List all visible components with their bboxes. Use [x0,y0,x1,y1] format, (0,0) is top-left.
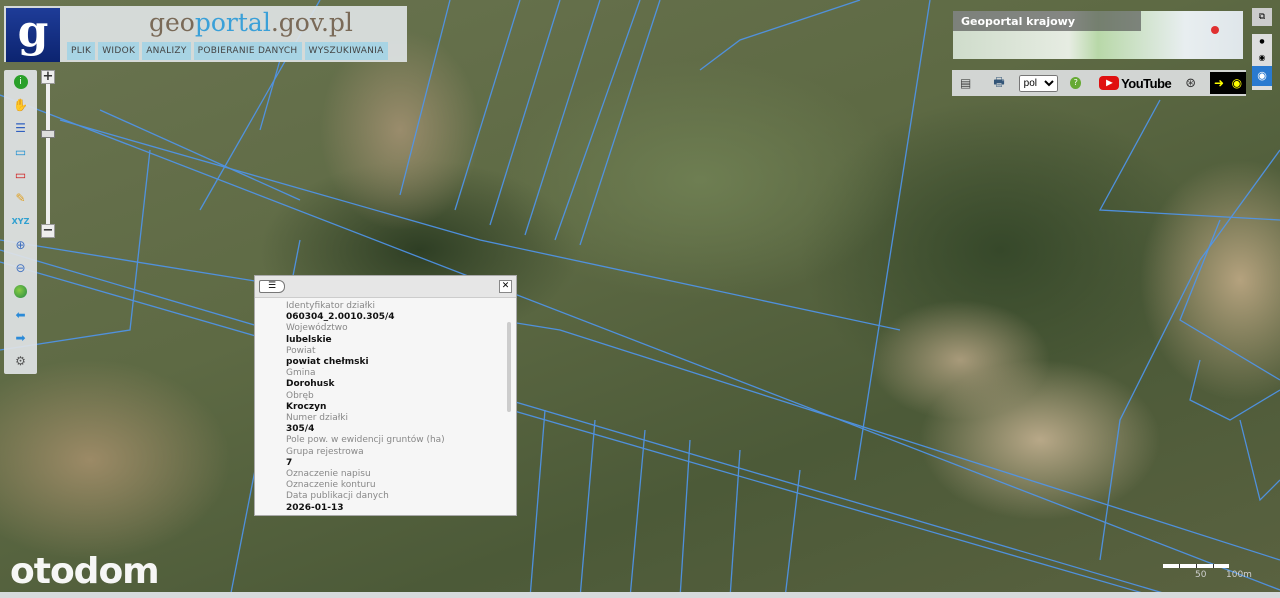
xyz-coordinates-icon[interactable]: XYZ [4,210,37,233]
view-mode-group: ● ◉ ◉ [1252,34,1272,90]
popup-close-button[interactable]: ✕ [499,280,512,293]
field-value: Kroczyn [286,401,327,412]
contrast-toggle[interactable]: ➜ ◉ [1210,72,1246,94]
field-value: 060304_2.0010.305/4 [286,312,395,323]
field-label: Obręb [286,390,314,401]
zoom-handle[interactable] [41,130,55,139]
print-map-icon[interactable]: 🖶 [993,73,1004,94]
field-value: 7 [286,457,293,468]
field-value: Dorohusk [286,379,335,390]
medium-eye-icon[interactable]: ◉ [1252,50,1272,66]
youtube-label: YouTube [1121,75,1172,91]
otodom-watermark: otodom [10,551,160,592]
scale-mid-label: 50 [1195,570,1207,580]
brand-suffix: .gov.pl [270,8,353,37]
zoom-track[interactable] [46,84,50,224]
brand-prefix: geo [149,8,195,37]
field-label: Data publikacji danych [286,491,389,502]
info-icon[interactable]: i [4,70,37,93]
brand-title: geoportal.gov.pl [149,8,353,37]
settings-wheel-icon[interactable]: ⚙ [4,350,37,373]
clear-selection-icon[interactable]: ▭ [4,163,37,186]
youtube-play-icon: ▶ [1099,76,1120,90]
menu-plik[interactable]: PLIK [67,42,96,60]
arrow-icon: ➜ [1213,76,1225,90]
document-icon[interactable]: ▤ [960,76,971,90]
brand-main: portal [194,8,271,37]
legend-icon[interactable]: ☰ [4,117,37,140]
pencil-icon[interactable]: ✎ [4,186,37,209]
overview-title: Geoportal krajowy [953,11,1141,31]
layers-icon[interactable]: ⧉ [1252,8,1272,26]
parcel-info-popup: ☰ ✕ Identyfikator działki 060304_2.0010.3… [254,275,517,516]
forward-arrow-icon[interactable]: ➡ [4,326,37,349]
popup-content: Identyfikator działki 060304_2.0010.305/4… [286,301,501,513]
youtube-link[interactable]: ▶ YouTube [1099,75,1172,91]
app-header: g geoportal.gov.pl PLIK WIDOK ANALIZY PO… [4,6,407,62]
field-label: Oznaczenie napisu [286,469,371,480]
right-toolbar: ▤ 🖶 pol ? ▶ YouTube ⊛ ➜ ◉ [952,70,1246,96]
back-arrow-icon[interactable]: ⬅ [4,303,37,326]
help-icon[interactable]: ? [1070,77,1082,89]
zoom-plus-button[interactable]: + [41,70,55,84]
geoportal-logo[interactable]: g [6,8,60,62]
zoom-slider[interactable]: + − [41,70,55,238]
menu-wyszukiwania[interactable]: WYSZUKIWANIA [304,42,388,60]
field-value: powiat chełmski [286,357,369,368]
field-label: Województwo [286,323,348,334]
menu-widok[interactable]: WIDOK [98,42,140,60]
menu-pobieranie-danych[interactable]: POBIERANIE DANYCH [193,42,302,60]
select-area-icon[interactable]: ▭ [4,140,37,163]
eye-icon: ◉ [1231,76,1243,90]
field-label: Identyfikator działki [286,301,376,311]
zoom-out-icon[interactable]: ⊖ [4,256,37,279]
scale-bar [1163,564,1229,568]
scale-end-label: 100m [1226,570,1252,580]
main-menu: PLIK WIDOK ANALIZY POBIERANIE DANYCH WYS… [67,42,388,60]
side-controls: ⧉ ● ◉ ◉ [1252,8,1274,96]
field-value: 305/4 [286,424,315,435]
language-select[interactable]: pol [1018,74,1059,92]
popup-header: ☰ ✕ [255,276,516,298]
large-eye-button[interactable]: ◉ [1252,66,1272,86]
status-bar [0,592,1280,598]
field-label: Oznaczenie konturu [286,480,376,491]
field-label: Numer działki [286,413,349,424]
logo-letter: g [17,6,49,57]
zoom-minus-button[interactable]: − [41,224,55,238]
globe-icon[interactable] [4,280,37,303]
field-value: lubelskie [286,334,332,345]
menu-analizy[interactable]: ANALIZY [142,42,191,60]
field-label: Pole pow. w ewidencji gruntów (ha) [286,435,445,446]
overview-map[interactable]: Geoportal krajowy [953,11,1243,59]
accessibility-icon[interactable]: ⊛ [1185,76,1196,91]
pan-hand-icon[interactable]: ✋ [4,93,37,116]
field-label: Gmina [286,368,316,379]
popup-scrollbar[interactable] [504,300,514,515]
popup-list-button[interactable]: ☰ [259,280,285,293]
field-value: 2026-01-13 [286,502,344,513]
field-label: Powiat [286,345,316,356]
left-toolbar: i ✋ ☰ ▭ ▭ ✎ XYZ ⊕ ⊖ ⬅ ➡ ⚙ [4,70,37,374]
scroll-thumb[interactable] [507,322,511,412]
small-dot-icon[interactable]: ● [1252,34,1272,50]
field-label: Grupa rejestrowa [286,446,364,457]
location-pin-icon [1211,26,1219,34]
zoom-in-icon[interactable]: ⊕ [4,233,37,256]
